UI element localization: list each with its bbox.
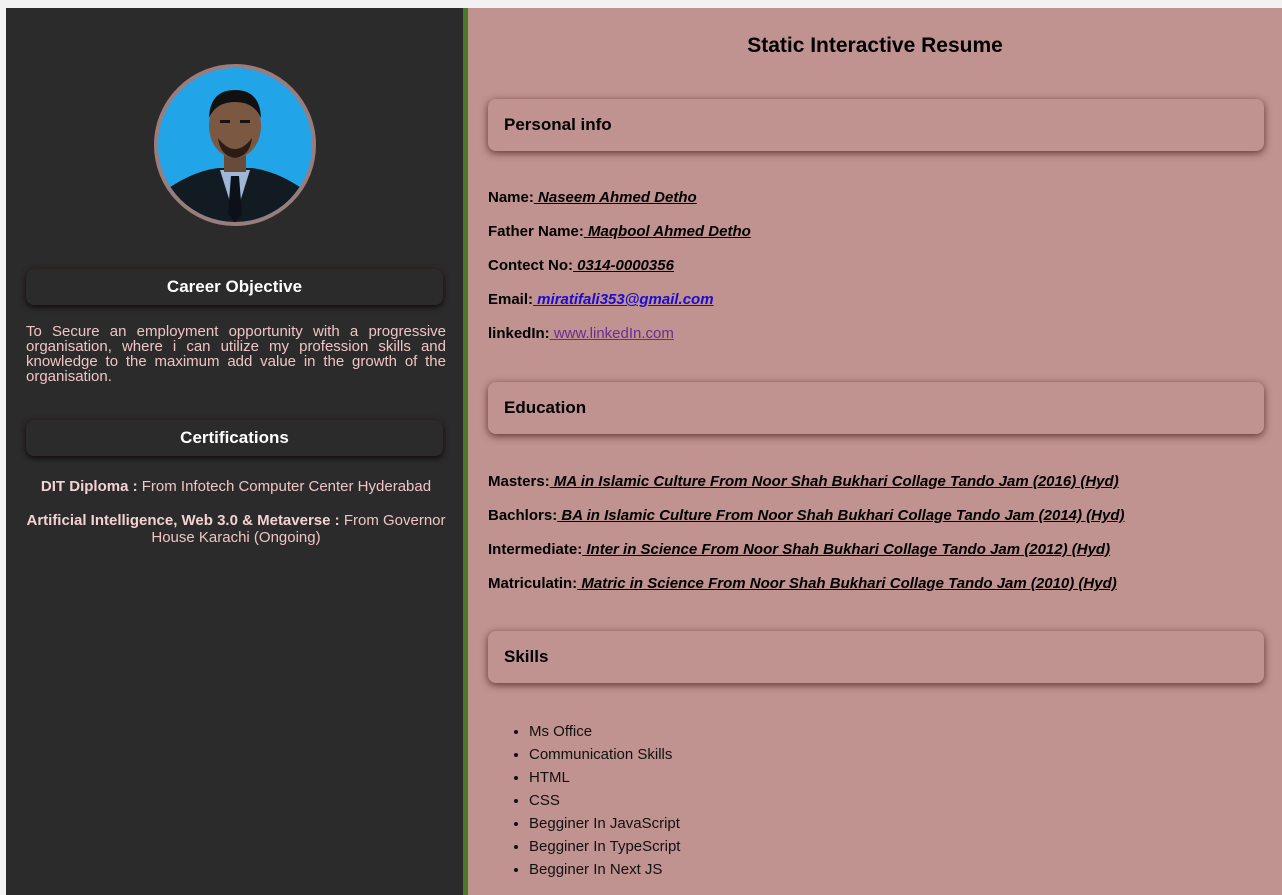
field-label: Email:: [488, 291, 534, 308]
page-title: Static Interactive Resume: [747, 34, 1003, 57]
profile-photo: [154, 64, 316, 226]
field-value: MA in Islamic Culture From Noor Shah Buk…: [549, 473, 1119, 490]
field-value: Matric in Science From Noor Shah Bukhari…: [577, 575, 1117, 592]
certification-detail: From Infotech Computer Center Hyderabad: [137, 478, 432, 495]
personal-info-heading: Personal info: [488, 99, 1264, 151]
field-label: Intermediate:: [488, 541, 583, 558]
email-link[interactable]: miratifali353@gmail.com: [533, 291, 713, 308]
education-row: Masters: MA in Islamic Culture From Noor…: [488, 473, 1119, 490]
skill-item: HTML: [529, 768, 680, 791]
career-objective-heading: Career Objective: [26, 269, 443, 305]
certification-item: Artificial Intelligence, Web 3.0 & Metav…: [26, 512, 446, 546]
skills-heading: Skills: [488, 631, 1264, 683]
education-row: Matriculatin: Matric in Science From Noo…: [488, 575, 1117, 592]
field-value: Inter in Science From Noor Shah Bukhari …: [582, 541, 1111, 558]
certification-title: Artificial Intelligence, Web 3.0 & Metav…: [26, 512, 340, 529]
field-label: Matriculatin:: [488, 575, 578, 592]
education-row: Intermediate: Inter in Science From Noor…: [488, 541, 1110, 558]
linkedin-link[interactable]: www.linkedIn.com: [550, 325, 674, 342]
skill-item: Ms Office: [529, 722, 680, 745]
education-row: Bachlors: BA in Islamic Culture From Noo…: [488, 507, 1125, 524]
field-label: Father Name:: [488, 223, 584, 240]
main-content: Static Interactive Resume Personal info …: [468, 8, 1282, 895]
education-heading: Education: [488, 382, 1264, 434]
field-label: linkedIn:: [488, 325, 550, 342]
name-row: Name: Naseem Ahmed Detho: [488, 189, 697, 206]
field-value: Naseem Ahmed Detho: [533, 189, 697, 206]
field-value: Maqbool Ahmed Detho: [583, 223, 751, 240]
resume-page: Career Objective To Secure an employment…: [6, 8, 1282, 895]
certifications-heading: Certifications: [26, 420, 443, 456]
career-objective-text: To Secure an employment opportunity with…: [26, 323, 446, 385]
skill-item: Begginer In Next JS: [529, 860, 680, 883]
skill-item: Begginer In JavaScript: [529, 814, 680, 837]
skills-list: Ms Office Communication Skills HTML CSS …: [508, 722, 680, 883]
skill-item: Begginer In TypeScript: [529, 837, 680, 860]
sidebar: Career Objective To Secure an employment…: [6, 8, 463, 895]
field-value: 0314-0000356: [573, 257, 674, 274]
field-label: Name:: [488, 189, 534, 206]
email-row: Email: miratifali353@gmail.com: [488, 291, 714, 308]
father-name-row: Father Name: Maqbool Ahmed Detho: [488, 223, 751, 240]
skill-item: Communication Skills: [529, 745, 680, 768]
field-label: Bachlors:: [488, 507, 558, 524]
skill-item: CSS: [529, 791, 680, 814]
linkedin-row: linkedIn: www.linkedIn.com: [488, 325, 674, 342]
certification-title: DIT Diploma :: [40, 478, 138, 495]
contact-row: Contect No: 0314-0000356: [488, 257, 674, 274]
field-label: Contect No:: [488, 257, 573, 274]
field-value: BA in Islamic Culture From Noor Shah Buk…: [557, 507, 1125, 524]
field-label: Masters:: [488, 473, 550, 490]
certification-item: DIT Diploma : From Infotech Computer Cen…: [26, 478, 446, 495]
